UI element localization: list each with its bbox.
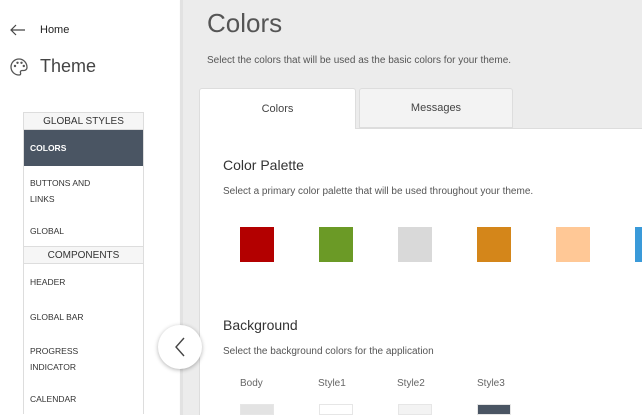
tab-label: Messages — [410, 102, 462, 114]
background-swatch-body[interactable] — [240, 404, 274, 415]
palette-swatch-1[interactable] — [240, 227, 274, 262]
home-label: Home — [40, 24, 70, 36]
palette-swatch-3[interactable] — [398, 227, 432, 262]
sidebar-item-progress-indicator[interactable]: PROGRESS INDICATOR — [24, 334, 143, 384]
tab-colors[interactable]: Colors — [199, 88, 356, 129]
page-title: Colors — [207, 8, 283, 38]
page-subtitle: Select the colors that will be used as t… — [207, 55, 512, 66]
sidebar-item-buttons-and-links[interactable]: BUTTONS AND LINKS — [24, 166, 143, 216]
sidebar-item-global[interactable]: GLOBAL — [24, 216, 143, 246]
color-palette-description: Select a primary color palette that will… — [223, 186, 534, 197]
palette-swatch-2[interactable] — [319, 227, 353, 262]
tab-label: Colors — [261, 103, 294, 115]
background-option-label: Style3 — [477, 378, 505, 389]
background-title: Background — [223, 317, 298, 333]
palette-swatch-5[interactable] — [556, 227, 590, 262]
sidebar-item-colors[interactable]: COLORS — [24, 130, 143, 166]
color-palette-title: Color Palette — [223, 157, 304, 173]
sidebar-item-header[interactable]: HEADER — [24, 264, 143, 300]
sidebar-item-label: GLOBAL BAR — [30, 312, 84, 322]
sidebar-item-label: PROGRESS INDICATOR — [30, 346, 79, 372]
chevron-left-icon — [175, 337, 185, 357]
background-description: Select the background colors for the app… — [223, 346, 434, 357]
background-option-label: Style1 — [318, 378, 346, 389]
tab-messages[interactable]: Messages — [359, 88, 513, 128]
left-pane: Home Theme GLOBAL STYLES COLORS BUTTONS … — [0, 0, 181, 415]
home-link[interactable]: Home — [10, 24, 69, 36]
theme-heading: Theme — [9, 56, 96, 77]
background-swatch-style3[interactable] — [477, 404, 511, 415]
palette-swatch-6[interactable] — [635, 227, 642, 262]
main-pane: Colors Select the colors that will be us… — [183, 0, 642, 415]
background-option-label: Body — [240, 378, 263, 389]
background-option-label: Style2 — [397, 378, 425, 389]
theme-label: Theme — [40, 56, 97, 76]
back-arrow-icon — [10, 24, 25, 36]
background-swatch-style1[interactable] — [319, 404, 353, 415]
palette-swatch-4[interactable] — [477, 227, 511, 262]
nav-section-components: COMPONENTS — [24, 246, 143, 264]
sidebar-item-label: GLOBAL — [30, 226, 65, 236]
background-swatch-style2[interactable] — [398, 404, 432, 415]
nav-section-global-styles: GLOBAL STYLES — [24, 112, 143, 130]
sidebar-item-label: BUTTONS AND LINKS — [30, 178, 91, 204]
palette-icon — [10, 57, 28, 76]
sidebar-item-global-bar[interactable]: GLOBAL BAR — [24, 300, 143, 334]
sidebar-item-label: COLORS — [30, 143, 67, 153]
sidebar-nav: GLOBAL STYLES COLORS BUTTONS AND LINKS G… — [23, 112, 144, 414]
sidebar-item-label: CALENDAR — [30, 394, 77, 404]
sidebar-item-label: HEADER — [30, 277, 66, 287]
collapse-sidebar-button[interactable] — [158, 325, 202, 369]
sidebar-item-calendar[interactable]: CALENDAR — [24, 384, 143, 414]
